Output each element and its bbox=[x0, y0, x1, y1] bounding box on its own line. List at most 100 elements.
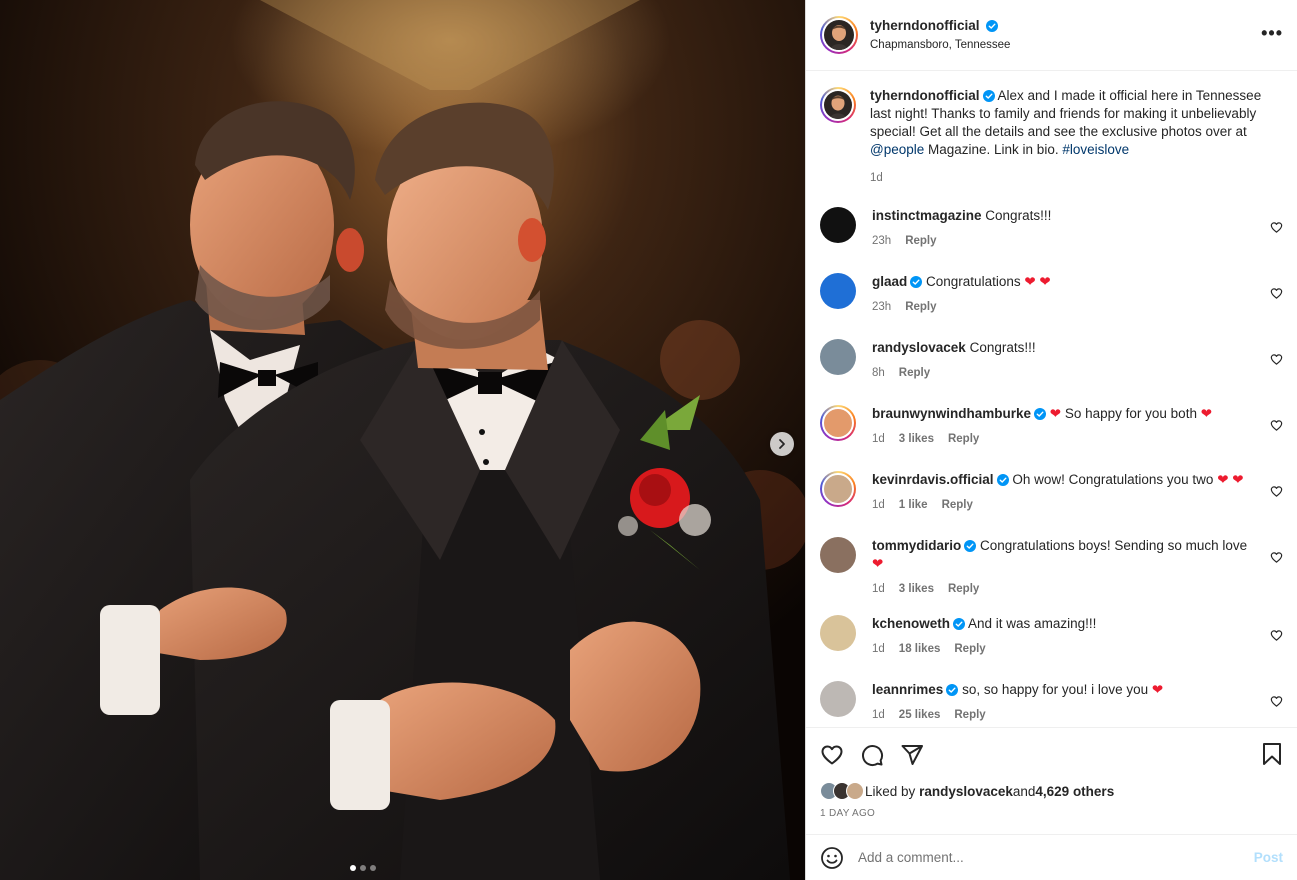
commenter-avatar[interactable] bbox=[820, 339, 856, 375]
post-date[interactable]: 1 DAY AGO bbox=[820, 808, 1283, 819]
commenter-avatar[interactable] bbox=[820, 405, 856, 441]
commenter-username-link[interactable]: instinctmagazine bbox=[872, 208, 982, 223]
comment-likes-count[interactable]: 3 likes bbox=[899, 433, 934, 445]
comment-row: kevinrdavis.official Oh wow! Congratulat… bbox=[820, 471, 1283, 517]
comment-timestamp[interactable]: 1d bbox=[872, 709, 885, 721]
comment-reply-button[interactable]: Reply bbox=[948, 433, 979, 445]
comment-bubble-icon[interactable] bbox=[860, 743, 884, 767]
more-options-button[interactable]: ••• bbox=[1261, 24, 1283, 42]
comment-like-heart-icon[interactable] bbox=[1270, 221, 1283, 237]
commenter-avatar[interactable] bbox=[820, 471, 856, 507]
post-side-panel: tyherndonofficial Chapmansboro, Tennesse… bbox=[805, 0, 1297, 880]
author-avatar[interactable] bbox=[820, 16, 858, 54]
comment-timestamp[interactable]: 1d bbox=[872, 583, 885, 595]
caption-timestamp[interactable]: 1d bbox=[870, 169, 883, 187]
comment-row: instinctmagazine Congrats!!! 23h Reply bbox=[820, 207, 1283, 253]
comment-reply-button[interactable]: Reply bbox=[942, 499, 973, 511]
comment-like-heart-icon[interactable] bbox=[1270, 353, 1283, 369]
comment-input[interactable] bbox=[858, 850, 1254, 865]
comment-timestamp[interactable]: 23h bbox=[872, 301, 891, 313]
comment-row: glaad Congratulations ❤ ❤ 23h Reply bbox=[820, 273, 1283, 319]
smiley-icon[interactable] bbox=[820, 846, 844, 870]
commenter-username-link[interactable]: randyslovacek bbox=[872, 340, 966, 355]
comment-like-heart-icon[interactable] bbox=[1270, 629, 1283, 645]
commenter-avatar[interactable] bbox=[820, 207, 856, 243]
caption-author-avatar[interactable] bbox=[820, 87, 856, 123]
comment-reply-button[interactable]: Reply bbox=[905, 301, 936, 313]
comment-like-heart-icon[interactable] bbox=[1270, 419, 1283, 435]
likes-summary: Liked by randyslovacek and 4,629 others bbox=[820, 782, 1283, 800]
caption-text: Magazine. Link in bio. bbox=[924, 142, 1063, 157]
comment-reply-button[interactable]: Reply bbox=[905, 235, 936, 247]
comment-timestamp[interactable]: 8h bbox=[872, 367, 885, 379]
chevron-right-icon bbox=[779, 439, 785, 449]
verified-badge-icon bbox=[982, 90, 995, 102]
post-photo[interactable] bbox=[0, 0, 805, 880]
paper-plane-icon[interactable] bbox=[900, 743, 924, 767]
comment-timestamp[interactable]: 23h bbox=[872, 235, 891, 247]
liked-by-and: and bbox=[1012, 783, 1036, 799]
comment-row: randyslovacek Congrats!!! 8h Reply bbox=[820, 339, 1283, 385]
liker-avatars bbox=[820, 782, 864, 800]
author-username-link[interactable]: tyherndonofficial bbox=[870, 18, 980, 33]
commenter-username-link[interactable]: kchenoweth bbox=[872, 616, 950, 631]
commenter-username-link[interactable]: braunwynwindhamburke bbox=[872, 406, 1031, 421]
caption-mention-link[interactable]: @people bbox=[870, 142, 924, 157]
comment-likes-count[interactable]: 3 likes bbox=[899, 583, 934, 595]
verified-badge-icon bbox=[996, 474, 1009, 486]
commenter-username-link[interactable]: glaad bbox=[872, 274, 907, 289]
post-modal: tyherndonofficial Chapmansboro, Tennesse… bbox=[0, 0, 1297, 880]
comment-text: Congratulations ❤ ❤ bbox=[926, 274, 1051, 289]
more-horizontal-icon: ••• bbox=[1261, 23, 1283, 43]
comment-like-heart-icon[interactable] bbox=[1270, 287, 1283, 303]
comment-reply-button[interactable]: Reply bbox=[899, 367, 930, 379]
comment-like-heart-icon[interactable] bbox=[1270, 485, 1283, 501]
comment-like-heart-icon[interactable] bbox=[1270, 551, 1283, 567]
bookmark-icon[interactable] bbox=[1261, 742, 1283, 766]
comment-text: Congrats!!! bbox=[985, 208, 1052, 223]
liked-by-others-link[interactable]: 4,629 others bbox=[1035, 784, 1114, 799]
commenter-username-link[interactable]: kevinrdavis.official bbox=[872, 472, 994, 487]
comment-likes-count[interactable]: 25 likes bbox=[899, 709, 941, 721]
comment-text: And it was amazing!!! bbox=[968, 616, 1097, 631]
verified-badge-icon bbox=[910, 276, 923, 288]
comments-list[interactable]: tyherndonofficial Alex and I made it off… bbox=[806, 71, 1297, 727]
liker-avatar bbox=[846, 782, 864, 800]
commenter-avatar[interactable] bbox=[820, 273, 856, 309]
comment-row: tommydidario Congratulations boys! Sendi… bbox=[820, 537, 1283, 595]
commenter-avatar[interactable] bbox=[820, 681, 856, 717]
comment-timestamp[interactable]: 1d bbox=[872, 643, 885, 655]
comment-timestamp[interactable]: 1d bbox=[872, 499, 885, 511]
commenter-username-link[interactable]: leannrimes bbox=[872, 682, 943, 697]
comment-row: kchenoweth And it was amazing!!! 1d 18 lik… bbox=[820, 615, 1283, 661]
comment-reply-button[interactable]: Reply bbox=[948, 583, 979, 595]
comment-like-heart-icon[interactable] bbox=[1270, 695, 1283, 711]
comment-reply-button[interactable]: Reply bbox=[954, 643, 985, 655]
verified-badge-icon bbox=[986, 19, 999, 32]
commenter-avatar[interactable] bbox=[820, 537, 856, 573]
liked-by-user-link[interactable]: randyslovacek bbox=[919, 784, 1013, 799]
post-actions: Liked by randyslovacek and 4,629 others … bbox=[806, 727, 1297, 834]
carousel-next-button[interactable] bbox=[770, 432, 794, 456]
caption-username-link[interactable]: tyherndonofficial bbox=[870, 88, 980, 103]
carousel-dot bbox=[370, 865, 376, 871]
wedding-photo-image bbox=[0, 0, 805, 880]
caption-hashtag-link[interactable]: #loveislove bbox=[1062, 142, 1129, 157]
heart-outline-icon[interactable] bbox=[820, 743, 844, 767]
comment-reply-button[interactable]: Reply bbox=[954, 709, 985, 721]
carousel-indicator bbox=[350, 865, 376, 871]
commenter-avatar[interactable] bbox=[820, 615, 856, 651]
verified-badge-icon bbox=[953, 618, 966, 630]
comment-likes-count[interactable]: 18 likes bbox=[899, 643, 941, 655]
commenter-username-link[interactable]: tommydidario bbox=[872, 538, 961, 553]
verified-badge-icon bbox=[964, 540, 977, 552]
post-comment-button[interactable]: Post bbox=[1254, 850, 1283, 865]
comment-timestamp[interactable]: 1d bbox=[872, 433, 885, 445]
author-avatar-image bbox=[824, 91, 852, 119]
comment-row: leannrimes so, so happy for you! i love … bbox=[820, 681, 1283, 727]
comment-text: Oh wow! Congratulations you two ❤ ❤ bbox=[1012, 472, 1244, 487]
post-location-link[interactable]: Chapmansboro, Tennessee bbox=[870, 38, 1010, 52]
verified-badge-icon bbox=[1034, 408, 1047, 420]
post-caption: tyherndonofficial Alex and I made it off… bbox=[820, 85, 1283, 187]
comment-likes-count[interactable]: 1 like bbox=[899, 499, 928, 511]
